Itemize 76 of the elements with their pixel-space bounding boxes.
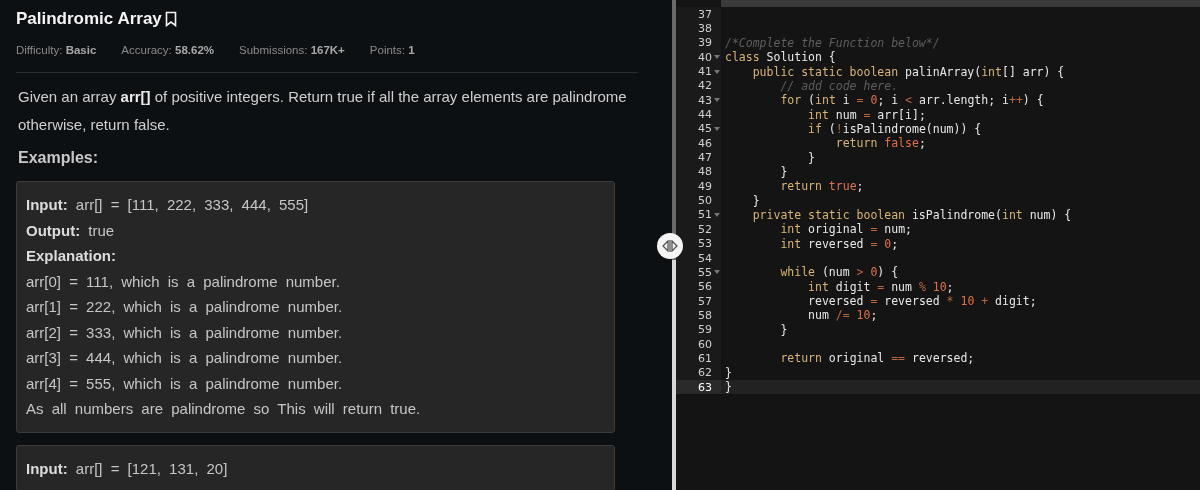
code-line: } [751,193,760,208]
line-number: 61 [698,351,712,365]
code-line: int reversed = 0; [779,236,899,251]
line-number: 54 [698,251,712,265]
line-number: 41 [698,65,712,79]
code-line: if (!isPalindrome(num)) { [807,121,982,136]
code-line: /*Complete the Function below*/ [725,35,940,50]
fold-arrow-icon[interactable] [713,213,720,217]
line-number: 47 [698,151,712,165]
scrollbar[interactable] [672,0,676,490]
code-line: int original = num; [779,222,912,237]
line-number: 48 [698,165,712,179]
fold-arrow-icon[interactable] [713,98,720,103]
line-number: 58 [698,308,712,322]
meta-info: Submissions: 167K+ [239,44,345,56]
example-line: Input: arr[] = [121, 131, 20] [26,458,229,479]
line-number: 51 [698,208,712,222]
examples-heading: Examples: [18,149,100,167]
code-line: } [779,322,788,337]
example-line: Input: arr[] = [111, 222, 333, 444, 555] [26,195,310,215]
line-number: 59 [698,323,712,337]
code-line: class Solution { [725,50,836,65]
line-number: 38 [698,22,712,35]
example-line: arr[2] = 333, which is a palindrome number. [26,322,344,343]
line-number: 62 [698,366,712,380]
example-line: arr[0] = 111, which is a palindrome number. [26,271,341,292]
line-number: 40 [698,50,712,64]
code-line: return true; [779,179,864,194]
meta-info: Accuracy: 58.62% [121,44,215,56]
example-line: Output: true [26,220,116,241]
code-line: private static boolean isPalindrome(int num) { [751,208,1072,222]
code-line: for (int i = 0; i < arr.length; i++) { [779,93,1044,108]
fold-arrow-icon[interactable] [713,55,720,60]
meta-info: Points: 1 [369,44,415,56]
line-number: 43 [698,93,712,107]
example-line: arr[4] = 555, which is a palindrome number. [26,373,344,394]
line-number: 44 [698,108,712,122]
code-line: return false; [834,136,926,151]
line-number: 45 [698,122,712,136]
problem-description: Given an array arr[] of positive integers. Return true if all the array elements are palindrome otherwise, return false. [18,87,628,135]
line-number: 57 [698,294,712,308]
line-number: 56 [698,280,712,294]
fold-arrow-icon[interactable] [713,126,720,131]
example-line: arr[3] = 444, which is a palindrome number. [26,348,344,368]
meta-info: Difficulty: Basic [16,44,97,56]
code-line: return original == reversed; [779,351,975,366]
line-number: 42 [698,79,712,93]
fold-arrow-icon[interactable] [713,69,720,74]
resize-handle[interactable] [657,233,683,259]
example-line: arr[1] = 222, which is a palindrome number. [26,297,344,317]
code-line: while (num > 0) { [779,265,899,280]
line-number: 52 [698,222,712,236]
code-line: } [725,365,732,380]
code-line: } [725,380,732,395]
line-number: 50 [698,194,712,208]
line-number: 37 [698,7,712,21]
code-line: int digit = num % 10; [807,279,954,294]
problem-title: Palindromic Array [16,9,162,29]
line-number: 39 [698,36,712,50]
example-line: As all numbers are palindrome so This will return true. [26,399,422,419]
code-line: public static boolean palinArray(int[] arr) { [751,64,1065,79]
code-line: // add code here. [780,78,899,93]
line-number: 63 [698,380,712,394]
line-number: 55 [698,265,712,279]
line-number: 60 [698,337,712,351]
line-number: 53 [698,237,712,251]
example-line: Explanation: [26,246,117,266]
code-line: int num = arr[i]; [807,107,926,122]
code-line: reversed = reversed * 10 + digit; [807,294,1037,309]
bookmark-icon[interactable] [164,11,177,27]
line-number: 49 [698,179,712,193]
code-line: num /= 10; [807,308,878,323]
line-number: 46 [698,136,712,150]
code-line: } [779,164,788,179]
fold-arrow-icon[interactable] [713,270,720,275]
code-line: } [807,150,815,165]
